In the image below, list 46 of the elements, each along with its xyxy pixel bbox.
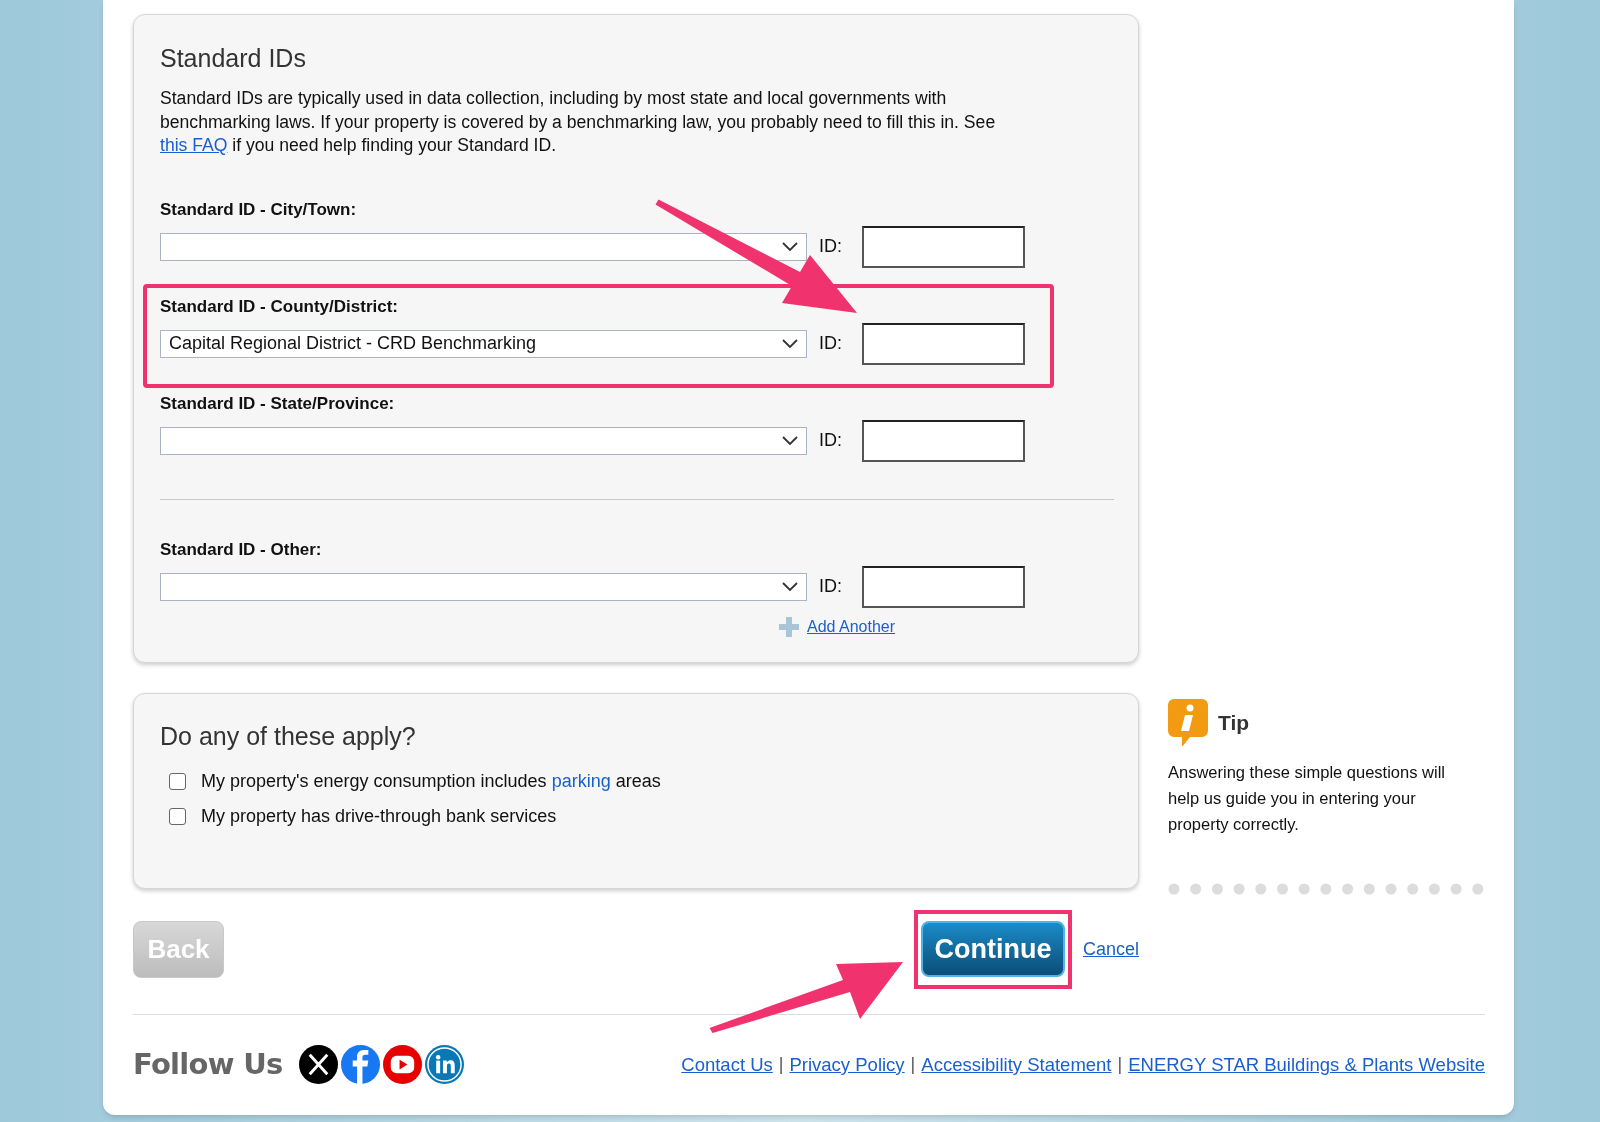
checkbox-label: My property has drive-through bank services bbox=[201, 805, 557, 828]
field-label: Standard ID - City/Town: bbox=[160, 199, 358, 220]
id-input[interactable] bbox=[862, 565, 1025, 608]
continue-button[interactable]: Continue bbox=[920, 921, 1065, 977]
dropdown[interactable] bbox=[160, 232, 807, 261]
facebook-icon[interactable] bbox=[340, 1045, 380, 1085]
intro-paragraph: Standard IDs are typically used in data collection, including by most state and local governments with benchmarking laws. If your property is covered by a benchmarking law, you probably need to fill this in. See this FAQ if you need help finding your Standard ID. bbox=[160, 87, 997, 157]
dropdown[interactable]: Capital Regional District - CRD Benchmarking bbox=[160, 329, 807, 358]
faq-link[interactable]: this FAQ bbox=[160, 135, 228, 155]
add-another-link[interactable]: Add Another bbox=[807, 615, 896, 639]
checkbox-label: My property's energy consumption includes parking areas bbox=[201, 770, 661, 793]
follow-us-label: Follow Us bbox=[133, 1046, 283, 1083]
chevron-down-icon bbox=[782, 241, 798, 252]
id-input[interactable] bbox=[862, 322, 1025, 365]
chevron-down-icon bbox=[782, 581, 798, 592]
tip-title: Tip bbox=[1218, 710, 1250, 737]
chevron-down-icon bbox=[782, 435, 798, 446]
field-label: Standard ID - State/Province: bbox=[160, 393, 396, 414]
section-title: Standard IDs bbox=[160, 43, 307, 73]
id-input[interactable] bbox=[862, 419, 1025, 462]
field-label: Standard ID - Other: bbox=[160, 539, 323, 560]
chevron-down-icon bbox=[782, 338, 798, 349]
footer-link[interactable]: ENERGY STAR Buildings & Plants Website bbox=[1128, 1050, 1485, 1079]
id-label: ID: bbox=[819, 575, 842, 598]
x-social-icon[interactable] bbox=[298, 1045, 338, 1085]
id-label: ID: bbox=[819, 235, 842, 258]
tip-text: Answering these simple questions will help us guide you in entering your property correctly. bbox=[1168, 762, 1446, 835]
footer-link[interactable]: Privacy Policy bbox=[789, 1050, 905, 1079]
section-title: Do any of these apply? bbox=[160, 721, 417, 751]
id-input[interactable] bbox=[862, 225, 1025, 268]
link-separator: | bbox=[910, 1053, 916, 1077]
link-separator: | bbox=[778, 1053, 784, 1077]
footer-link[interactable]: Accessibility Statement bbox=[921, 1050, 1112, 1079]
info-bubble-icon bbox=[1168, 699, 1208, 747]
link-separator: | bbox=[1117, 1053, 1123, 1077]
linkedin-icon[interactable] bbox=[424, 1045, 464, 1085]
plus-icon bbox=[779, 617, 799, 637]
id-label: ID: bbox=[819, 429, 842, 452]
footer-link[interactable]: Contact Us bbox=[681, 1050, 773, 1079]
field-label: Standard ID - County/District: bbox=[160, 296, 399, 317]
id-label: ID: bbox=[819, 332, 842, 355]
parking-link[interactable]: parking bbox=[551, 771, 611, 791]
youtube-icon[interactable] bbox=[382, 1045, 422, 1085]
cancel-link[interactable]: Cancel bbox=[1082, 935, 1139, 963]
checkbox[interactable] bbox=[169, 773, 186, 790]
checkbox[interactable] bbox=[169, 808, 186, 825]
